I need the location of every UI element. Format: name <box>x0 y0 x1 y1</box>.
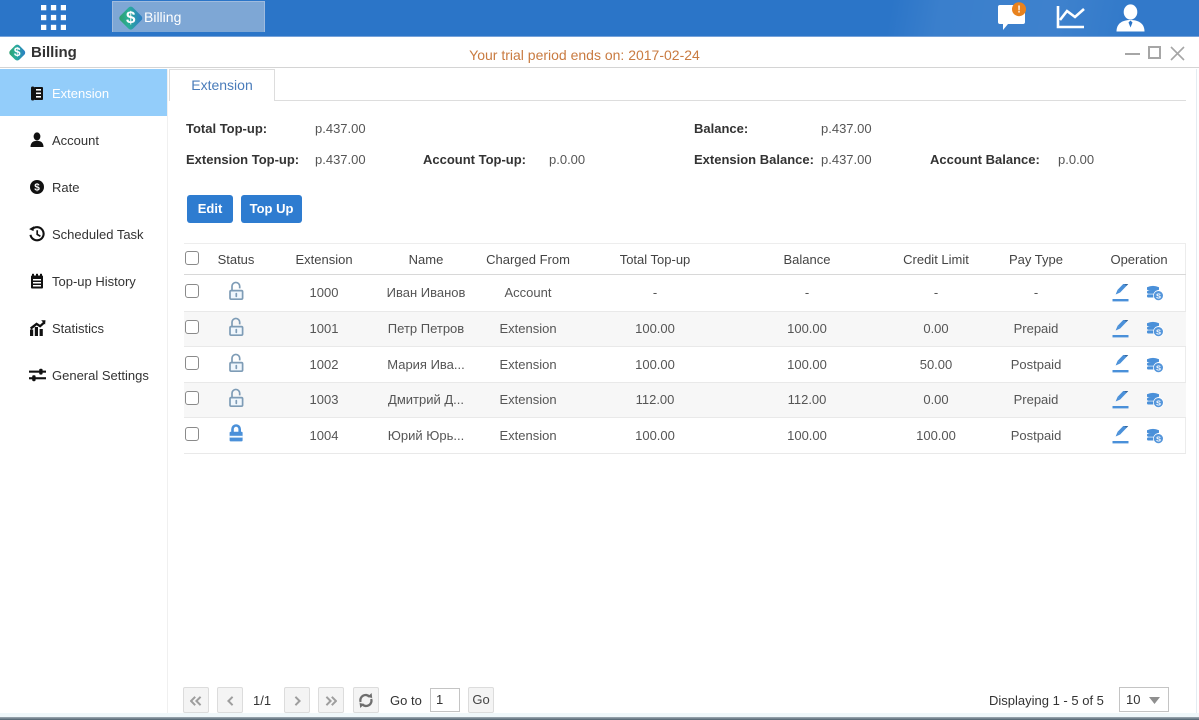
svg-text:!: ! <box>1017 5 1020 16</box>
svg-text:$: $ <box>34 183 40 194</box>
